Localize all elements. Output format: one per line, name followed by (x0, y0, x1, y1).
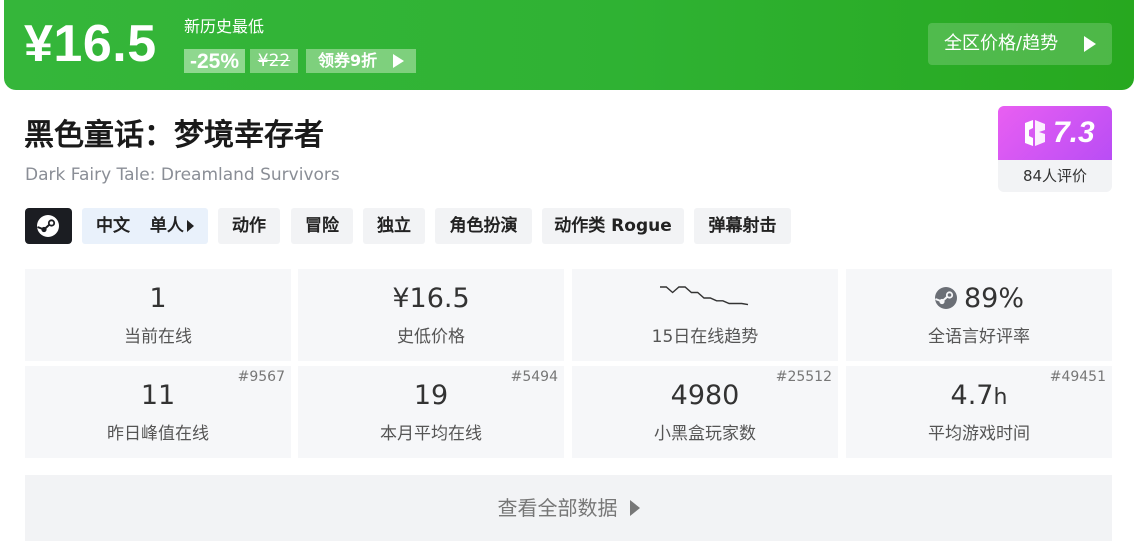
heybox-players-stat: #25512 4980 小黑盒玩家数 (572, 366, 838, 458)
genre-tag[interactable]: 动作类 Rogue (542, 208, 684, 244)
trend-sparkline (660, 286, 749, 306)
genre-tag[interactable]: 冒险 (291, 208, 353, 244)
play-arrow-icon (1084, 36, 1096, 52)
trend-line (660, 286, 749, 306)
game-title: 黑色童话：梦境幸存者 (24, 118, 324, 153)
positive-rate-stat: 89% 全语言好评率 (846, 269, 1112, 361)
stat-label: 昨日峰值在线 (107, 424, 209, 444)
stat-unit: h (993, 385, 1008, 410)
heybox-logo-icon (1025, 120, 1045, 146)
stat-label: 全语言好评率 (928, 327, 1030, 347)
stat-label: 史低价格 (397, 327, 465, 347)
genre-tag[interactable]: 角色扮演 (435, 208, 532, 244)
stat-value: 11 (140, 380, 176, 411)
mode-label: 单人 (149, 216, 184, 236)
historical-low-label: 新历史最低 (184, 17, 265, 36)
discount-badge: -25% (184, 49, 246, 73)
score-header: 7.3 (998, 106, 1112, 160)
view-all-data-button[interactable]: 查看全部数据 (25, 475, 1112, 541)
steam-icon (934, 286, 957, 309)
yesterday-peak-stat: #9567 11 昨日峰值在线 (25, 366, 291, 458)
genre-tag[interactable]: 独立 (363, 208, 425, 244)
coupon-label: 领券9折 (318, 51, 378, 70)
price-banner: ¥16.5 新历史最低 -25% ¥22 领券9折 全区价格/趋势 (4, 0, 1134, 90)
stat-value: ¥16.5 (392, 283, 470, 314)
region-price-trend-button[interactable]: 全区价格/趋势 (928, 23, 1112, 65)
stat-value: 4980 (670, 380, 740, 411)
play-arrow-icon (629, 499, 640, 516)
current-price: ¥16.5 (24, 15, 157, 73)
steam-icon (37, 215, 59, 237)
language-mode-tag[interactable]: 中文 单人 (82, 208, 208, 244)
stat-label: 15日在线趋势 (651, 327, 759, 347)
stat-label: 小黑盒玩家数 (654, 424, 756, 444)
view-all-data-label: 查看全部数据 (497, 496, 618, 520)
stat-label: 平均游戏时间 (928, 424, 1030, 444)
caret-right-icon (187, 220, 194, 232)
stat-value: 89% (963, 283, 1024, 314)
stat-label: 当前在线 (124, 327, 192, 347)
steam-platform-tag[interactable] (25, 208, 72, 244)
online-trend-stat[interactable]: 15日在线趋势 (572, 269, 838, 361)
genre-tag[interactable]: 弹幕射击 (694, 208, 791, 244)
rating-count: 84人评价 (998, 160, 1112, 192)
game-subtitle: Dark Fairy Tale: Dreamland Survivors (25, 165, 340, 185)
stat-value: 4.7 (950, 380, 994, 411)
play-arrow-icon (393, 54, 404, 68)
genre-tag[interactable]: 动作 (218, 208, 280, 244)
region-price-trend-label: 全区价格/趋势 (944, 33, 1059, 54)
average-playtime-stat: #49451 4.7h 平均游戏时间 (846, 366, 1112, 458)
original-price: ¥22 (250, 49, 298, 73)
stat-value: 19 (413, 380, 449, 411)
stat-label: 本月平均在线 (380, 424, 482, 444)
monthly-average-stat: #5494 19 本月平均在线 (298, 366, 564, 458)
language-label: 中文 (96, 216, 130, 236)
current-online-stat: 1 当前在线 (25, 269, 291, 361)
score-card[interactable]: 7.3 84人评价 (998, 106, 1112, 192)
coupon-button[interactable]: 领券9折 (306, 49, 416, 73)
stat-value: 1 (149, 283, 167, 314)
score-value: 7.3 (1053, 116, 1095, 149)
lowest-price-stat: ¥16.5 史低价格 (298, 269, 564, 361)
